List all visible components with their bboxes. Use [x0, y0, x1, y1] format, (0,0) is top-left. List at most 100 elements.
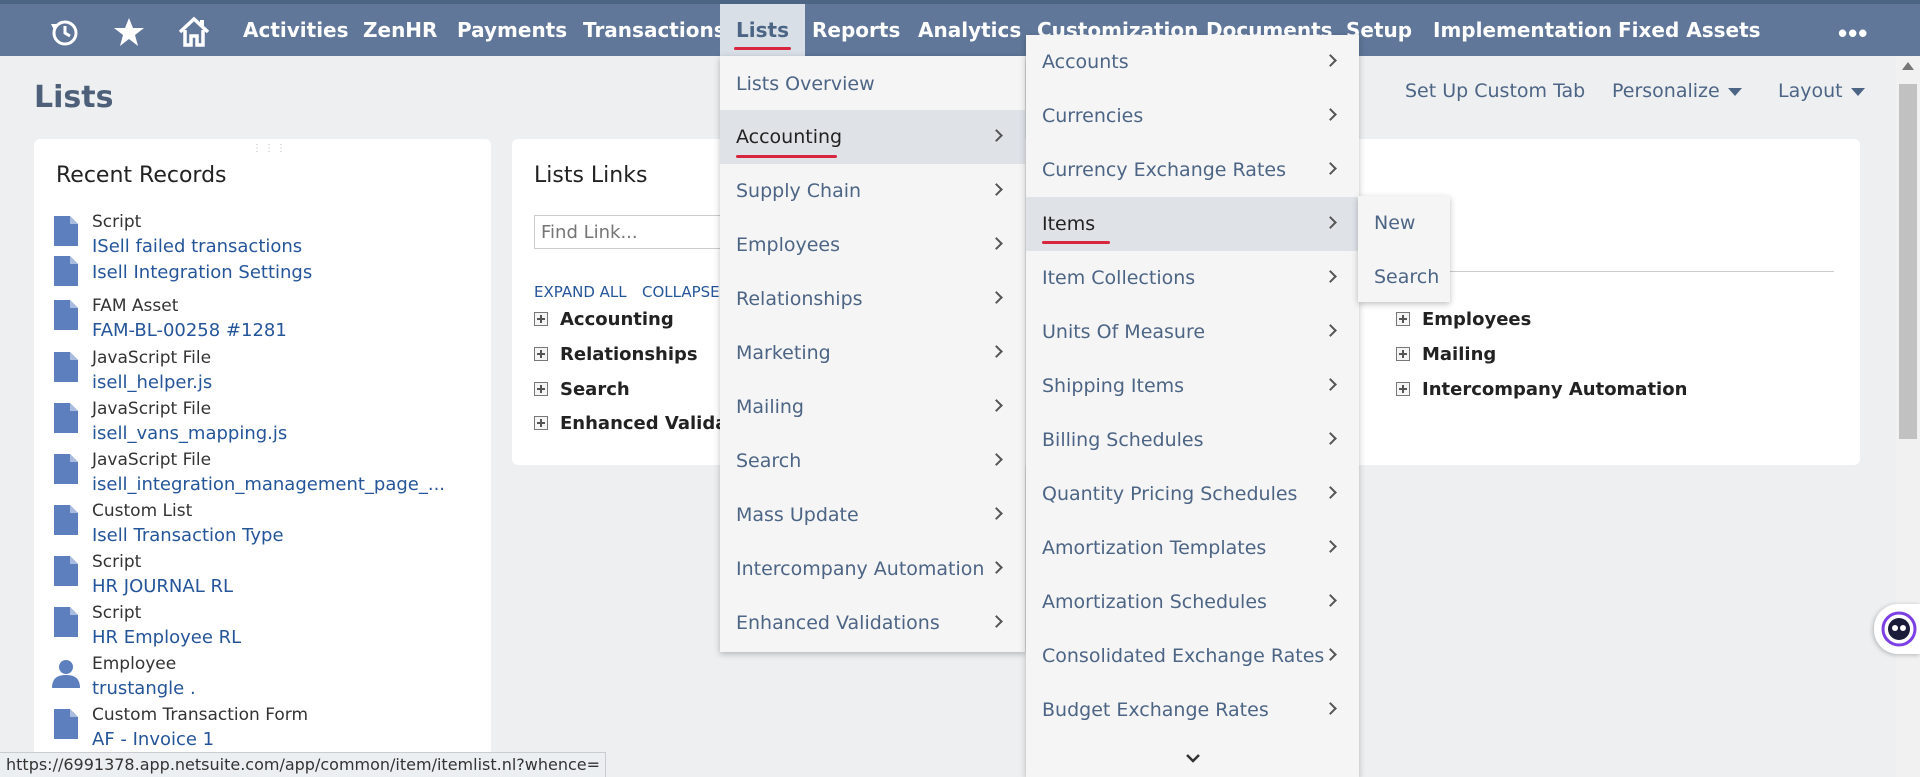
record-type: Employee [92, 654, 177, 674]
record-link[interactable]: ISell failed transactions [92, 236, 302, 257]
document-icon [54, 709, 78, 739]
tree-item-search[interactable]: Search [534, 379, 630, 400]
find-link-input[interactable] [534, 215, 734, 249]
menu-item-search[interactable]: Search [1358, 250, 1450, 304]
menu-item-label: Amortization Templates [1042, 537, 1267, 559]
document-icon [54, 256, 78, 286]
menu-item-intercompany-automation[interactable]: Intercompany Automation [720, 542, 1025, 596]
menu-item-shipping-items[interactable]: Shipping Items [1026, 359, 1359, 413]
assistant-widget-button[interactable] [1874, 604, 1920, 654]
expand-plus-icon[interactable] [534, 312, 548, 326]
menu-item-label: Mailing [736, 396, 804, 418]
expand-plus-icon[interactable] [534, 416, 548, 430]
record-link[interactable]: isell_helper.js [92, 372, 212, 393]
menu-item-budget-exchange-rates[interactable]: Budget Exchange Rates [1026, 683, 1359, 737]
tree-item-mailing[interactable]: Mailing [1396, 344, 1496, 365]
scroll-up-arrow-icon[interactable] [1902, 62, 1914, 70]
menu-item-billing-schedules[interactable]: Billing Schedules [1026, 413, 1359, 467]
expand-plus-icon[interactable] [1396, 312, 1410, 326]
document-icon [54, 403, 78, 433]
menu-item-relationships[interactable]: Relationships [720, 272, 1025, 326]
menu-item-search[interactable]: Search [720, 434, 1025, 488]
chevron-down-icon [1850, 87, 1865, 96]
menu-item-items[interactable]: Items [1026, 197, 1359, 251]
menu-item-amortization-schedules[interactable]: Amortization Schedules [1026, 575, 1359, 629]
more-menu-icon[interactable]: ••• [1838, 18, 1868, 49]
chevron-right-icon [1324, 270, 1337, 283]
expand-plus-icon[interactable] [534, 382, 548, 396]
menu-item-mass-update[interactable]: Mass Update [720, 488, 1025, 542]
menu-item-amortization-templates[interactable]: Amortization Templates [1026, 521, 1359, 575]
nav-reports[interactable]: Reports [812, 4, 900, 56]
nav-transactions[interactable]: Transactions [583, 4, 726, 56]
tree-item-relationships[interactable]: Relationships [534, 344, 698, 365]
layout-button[interactable]: Layout [1778, 80, 1865, 102]
menu-item-currency-exchange-rates[interactable]: Currency Exchange Rates [1026, 143, 1359, 197]
record-type: JavaScript File [92, 450, 212, 470]
document-icon [54, 454, 78, 484]
menu-item-currencies[interactable]: Currencies [1026, 89, 1359, 143]
record-link[interactable]: trustangle . [92, 678, 196, 699]
record-link[interactable]: HR Employee RL [92, 627, 241, 648]
chevron-right-icon [990, 507, 1003, 520]
recent-records-portlet: ⋮⋮⋮ Recent Records Script ISell failed t… [34, 139, 491, 777]
personalize-button[interactable]: Personalize [1612, 80, 1742, 102]
recent-history-icon[interactable] [44, 12, 84, 52]
nav-payments[interactable]: Payments [457, 4, 567, 56]
menu-item-label: Units Of Measure [1042, 321, 1206, 343]
menu-item-label: Mass Update [736, 504, 859, 526]
menu-item-units-of-measure[interactable]: Units Of Measure [1026, 305, 1359, 359]
menu-item-new[interactable]: New [1358, 196, 1450, 250]
chevron-right-icon [1324, 54, 1337, 67]
expand-plus-icon[interactable] [1396, 382, 1410, 396]
expand-plus-icon[interactable] [1396, 347, 1410, 361]
person-icon [52, 660, 80, 688]
chevron-right-icon [990, 561, 1003, 574]
menu-item-employees[interactable]: Employees [720, 218, 1025, 272]
record-type: JavaScript File [92, 399, 212, 419]
menu-item-lists-overview[interactable]: Lists Overview [720, 57, 1025, 111]
record-link[interactable]: Isell Transaction Type [92, 525, 284, 546]
chevron-right-icon [1324, 108, 1337, 121]
star-icon[interactable] [109, 12, 149, 52]
record-link[interactable]: Isell Integration Settings [92, 262, 312, 283]
menu-item-accounting[interactable]: Accounting [720, 110, 1025, 164]
record-link[interactable]: isell_integration_management_page_... [92, 474, 445, 495]
set-up-custom-tab-link[interactable]: Set Up Custom Tab [1405, 80, 1585, 102]
nav-fixed-assets[interactable]: Fixed Assets [1618, 4, 1761, 56]
menu-item-label: Currency Exchange Rates [1042, 159, 1286, 181]
menu-item-item-collections[interactable]: Item Collections [1026, 251, 1359, 305]
scroll-down-chevron-icon[interactable] [1026, 751, 1359, 769]
nav-lists[interactable]: Lists [720, 4, 805, 56]
tree-item-intercompany-automation[interactable]: Intercompany Automation [1396, 379, 1687, 400]
tree-item-employees[interactable]: Employees [1396, 309, 1531, 330]
record-link[interactable]: isell_vans_mapping.js [92, 423, 287, 444]
scrollbar-thumb[interactable] [1899, 84, 1917, 439]
tree-item-accounting[interactable]: Accounting [534, 309, 674, 330]
expand-all-link[interactable]: EXPAND ALL [534, 283, 627, 301]
record-link[interactable]: FAM-BL-00258 #1281 [92, 320, 287, 341]
tree-item-label: Employees [1422, 309, 1532, 330]
record-link[interactable]: HR JOURNAL RL [92, 576, 233, 597]
expand-plus-icon[interactable] [534, 347, 548, 361]
menu-item-mailing[interactable]: Mailing [720, 380, 1025, 434]
menu-item-quantity-pricing-schedules[interactable]: Quantity Pricing Schedules [1026, 467, 1359, 521]
menu-item-supply-chain[interactable]: Supply Chain [720, 164, 1025, 218]
chevron-right-icon [990, 183, 1003, 196]
menu-item-label: Currencies [1042, 105, 1144, 127]
drag-handle-icon[interactable]: ⋮⋮⋮ [252, 143, 288, 154]
menu-item-marketing[interactable]: Marketing [720, 326, 1025, 380]
record-link[interactable]: AF - Invoice 1 [92, 729, 214, 750]
menu-item-label: Billing Schedules [1042, 429, 1204, 451]
menu-item-accounts[interactable]: Accounts [1026, 35, 1359, 89]
menu-item-enhanced-validations[interactable]: Enhanced Validations [720, 596, 1025, 650]
chevron-right-icon [990, 291, 1003, 304]
menu-item-consolidated-exchange-rates[interactable]: Consolidated Exchange Rates [1026, 629, 1359, 683]
record-type: FAM Asset [92, 296, 179, 316]
nav-zenhr[interactable]: ZenHR [363, 4, 437, 56]
home-icon[interactable] [174, 12, 214, 52]
menu-item-label: Budget Exchange Rates [1042, 699, 1269, 721]
nav-implementation[interactable]: Implementation [1433, 4, 1612, 56]
nav-activities[interactable]: Activities [243, 4, 349, 56]
nav-analytics[interactable]: Analytics [918, 4, 1021, 56]
